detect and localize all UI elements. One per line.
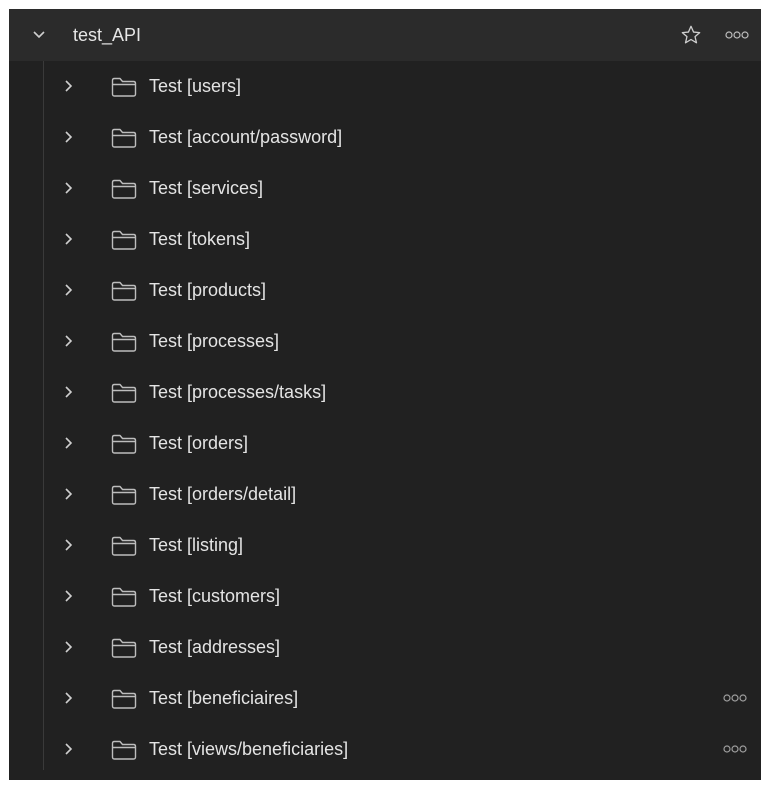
folder-label[interactable]: Test [views/beneficiaries]: [149, 737, 348, 761]
folder-item[interactable]: Test [beneficiaires]: [9, 673, 761, 724]
folder-icon: [111, 77, 137, 97]
chevron-right-icon[interactable]: [60, 282, 76, 298]
folder-icon: [111, 638, 137, 658]
folder-icon: [111, 434, 137, 454]
chevron-right-icon[interactable]: [60, 333, 76, 349]
folder-item[interactable]: Test [processes]: [9, 316, 761, 367]
folder-item[interactable]: Test [services]: [9, 163, 761, 214]
star-icon[interactable]: [680, 24, 702, 46]
chevron-right-icon[interactable]: [60, 384, 76, 400]
folder-item[interactable]: Test [orders]: [9, 418, 761, 469]
folder-icon: [111, 128, 137, 148]
chevron-right-icon[interactable]: [60, 78, 76, 94]
folder-label[interactable]: Test [beneficiaires]: [149, 686, 298, 710]
folder-label[interactable]: Test [tokens]: [149, 227, 250, 251]
chevron-right-icon[interactable]: [60, 180, 76, 196]
folder-item[interactable]: Test [products]: [9, 265, 761, 316]
folder-icon: [111, 383, 137, 403]
folder-icon: [111, 740, 137, 760]
collections-panel: test_API Test [users] Test [account/passw…: [9, 9, 761, 780]
chevron-right-icon[interactable]: [60, 129, 76, 145]
chevron-right-icon[interactable]: [60, 588, 76, 604]
folder-item[interactable]: Test [processes/tasks]: [9, 367, 761, 418]
folder-icon: [111, 587, 137, 607]
folder-label[interactable]: Test [customers]: [149, 584, 280, 608]
folder-label[interactable]: Test [processes]: [149, 329, 279, 353]
folder-item[interactable]: Test [tokens]: [9, 214, 761, 265]
folder-icon: [111, 689, 137, 709]
folder-icon: [111, 179, 137, 199]
folder-item[interactable]: Test [listing]: [9, 520, 761, 571]
folder-label[interactable]: Test [services]: [149, 176, 263, 200]
chevron-right-icon[interactable]: [60, 639, 76, 655]
folder-icon: [111, 485, 137, 505]
folder-item[interactable]: Test [orders/detail]: [9, 469, 761, 520]
collection-title[interactable]: test_API: [73, 23, 141, 47]
folder-icon: [111, 536, 137, 556]
chevron-right-icon[interactable]: [60, 486, 76, 502]
folder-label[interactable]: Test [orders/detail]: [149, 482, 296, 506]
chevron-right-icon[interactable]: [60, 537, 76, 553]
folder-icon: [111, 332, 137, 352]
folder-item[interactable]: Test [account/password]: [9, 112, 761, 163]
folder-icon: [111, 230, 137, 250]
folder-label[interactable]: Test [addresses]: [149, 635, 280, 659]
folder-item[interactable]: Test [views/beneficiaries]: [9, 724, 761, 775]
folder-item[interactable]: Test [customers]: [9, 571, 761, 622]
folder-icon: [111, 281, 137, 301]
chevron-right-icon[interactable]: [60, 435, 76, 451]
chevron-right-icon[interactable]: [60, 231, 76, 247]
chevron-right-icon[interactable]: [60, 741, 76, 757]
folder-label[interactable]: Test [orders]: [149, 431, 248, 455]
folder-item[interactable]: Test [addresses]: [9, 622, 761, 673]
folder-label[interactable]: Test [products]: [149, 278, 266, 302]
folder-label[interactable]: Test [users]: [149, 74, 241, 98]
folder-label[interactable]: Test [account/password]: [149, 125, 342, 149]
folder-item[interactable]: Test [users]: [9, 61, 761, 112]
more-options-icon[interactable]: [722, 693, 748, 703]
more-options-icon[interactable]: [724, 30, 750, 40]
folder-label[interactable]: Test [listing]: [149, 533, 243, 557]
more-options-icon[interactable]: [722, 744, 748, 754]
folder-label[interactable]: Test [processes/tasks]: [149, 380, 326, 404]
chevron-down-icon[interactable]: [31, 27, 47, 43]
chevron-right-icon[interactable]: [60, 690, 76, 706]
collection-header[interactable]: test_API: [9, 9, 761, 61]
